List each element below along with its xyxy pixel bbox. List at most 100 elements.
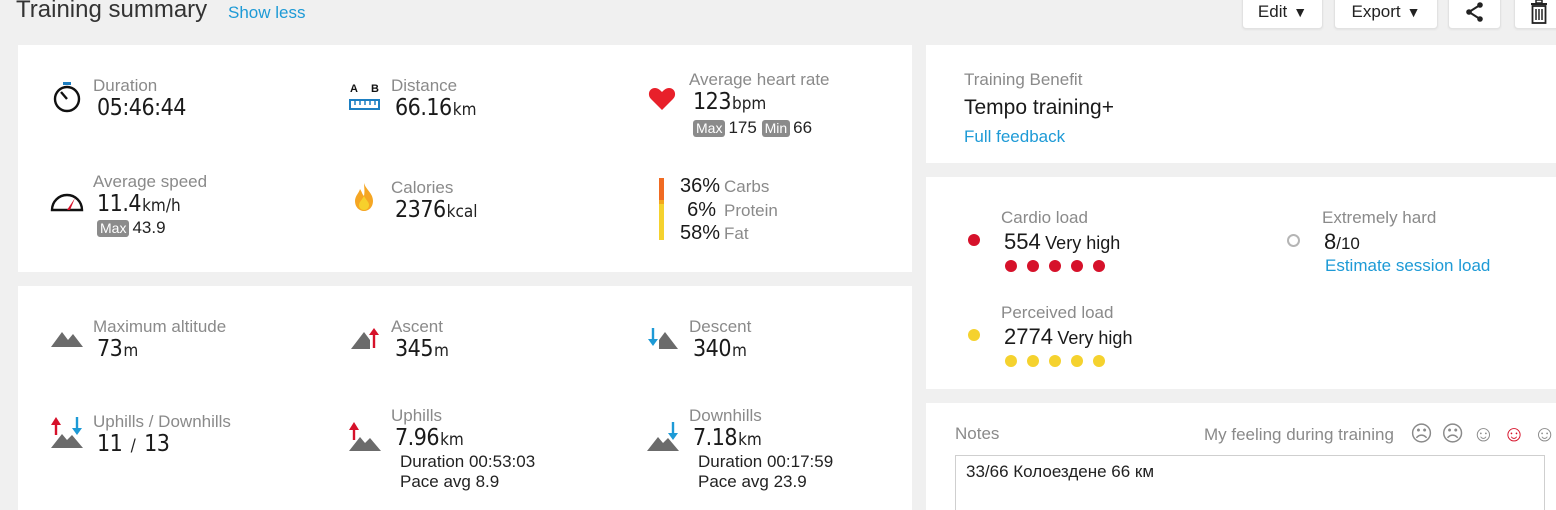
chevron-down-icon: ▼ — [1293, 3, 1308, 20]
flame-icon — [355, 183, 373, 211]
delete-button[interactable] — [1514, 0, 1556, 29]
min-badge: Min — [761, 120, 791, 137]
perceived-load-value: 2774 Very high — [1004, 324, 1133, 349]
calories-value: 2376kcal — [395, 197, 478, 223]
load-dot — [1027, 355, 1039, 367]
distance-icon: A B — [349, 83, 380, 110]
ascent-label: Ascent — [391, 317, 443, 336]
nutrition-carbs: 36% Carbs — [680, 175, 770, 197]
descent-value: 340m — [693, 336, 747, 362]
uphills-pace: Pace avg 8.9 — [400, 472, 500, 491]
duration-stat: Duration 05:46:44 — [93, 76, 186, 121]
full-feedback-link[interactable]: Full feedback — [964, 127, 1065, 147]
stopwatch-icon — [53, 82, 81, 113]
edit-button[interactable]: Edit ▼ — [1242, 0, 1323, 29]
calories-stat: Calories 2376kcal — [391, 178, 478, 224]
feeling-label: My feeling during training — [1204, 425, 1394, 444]
cardio-load-dots — [1005, 259, 1115, 277]
uphills-downhills-stat: Uphills / Downhills 11 / 13 — [93, 412, 231, 458]
perceived-load-label: Perceived load — [1001, 303, 1114, 322]
training-benefit-label: Training Benefit — [964, 70, 1083, 89]
training-benefit-panel: Training Benefit Tempo training+ Full fe… — [926, 45, 1556, 163]
heart-rate-label: Average heart rate — [689, 70, 830, 89]
load-dot — [1049, 260, 1061, 272]
load-dot — [1005, 355, 1017, 367]
downhills-label: Downhills — [689, 406, 762, 425]
speed-label: Average speed — [93, 172, 208, 191]
max-badge: Max — [97, 220, 130, 237]
duration-label: Duration — [93, 76, 158, 95]
share-icon — [1465, 1, 1483, 22]
nutrition-stat: 36% Carbs 6% Protein 58% Fat — [680, 175, 778, 246]
max-badge: Max — [693, 120, 726, 137]
svg-text:A: A — [350, 83, 358, 95]
max-altitude-value: 73m — [97, 336, 139, 362]
uphills-downhills-value: 11 / 13 — [97, 431, 170, 457]
uphills-label: Uphills — [391, 406, 443, 425]
speed-max: Max 43.9 — [97, 218, 207, 238]
svg-text:B: B — [371, 83, 379, 95]
distance-value: 66.16km — [395, 95, 477, 121]
uphills-icon — [349, 422, 381, 451]
load-dot — [1093, 260, 1105, 272]
descent-label: Descent — [689, 317, 752, 336]
face-very-good-icon[interactable]: ☺ — [1533, 421, 1555, 447]
nutrition-protein: 6% Protein — [687, 198, 778, 221]
speed-stat: Average speed 11.4km/h Max 43.9 — [93, 172, 207, 238]
downhills-duration: Duration 00:17:59 — [698, 452, 834, 471]
load-dot — [1005, 260, 1017, 272]
speedometer-icon — [50, 193, 84, 212]
face-very-bad-icon[interactable]: ☹ — [1410, 421, 1433, 447]
distance-label: Distance — [391, 76, 458, 95]
ascent-stat: Ascent 345m — [391, 317, 449, 363]
heart-icon — [648, 88, 676, 110]
duration-value: 05:46:44 — [97, 95, 186, 121]
downhills-pace: Pace avg 23.9 — [698, 472, 807, 491]
nutrition-bar-icon — [659, 178, 664, 240]
load-dot — [1027, 260, 1039, 272]
load-dot — [1071, 355, 1083, 367]
trash-icon — [1531, 0, 1547, 24]
load-dot — [1049, 355, 1061, 367]
exertion-label: Extremely hard — [1322, 208, 1437, 227]
ascent-value: 345m — [395, 336, 449, 362]
cardio-load-label: Cardio load — [1001, 208, 1088, 227]
descent-stat: Descent 340m — [689, 317, 751, 363]
cardio-load-value: 554 Very high — [1004, 229, 1121, 254]
face-neutral-icon[interactable]: ☺ — [1472, 421, 1494, 447]
heart-rate-range: Max 175 Min 66 — [693, 118, 830, 138]
load-dot — [1093, 355, 1105, 367]
perceived-load-indicator-icon — [968, 329, 980, 341]
training-benefit-value: Tempo training+ — [964, 96, 1115, 119]
show-less-link[interactable]: Show less — [228, 3, 305, 23]
nutrition-fat: 58% Fat — [680, 222, 749, 244]
share-button[interactable] — [1448, 0, 1501, 29]
max-altitude-stat: Maximum altitude 73m — [93, 317, 226, 363]
exertion-indicator-icon — [1287, 234, 1300, 247]
notes-textarea[interactable]: 33/66 Колоездене 66 км — [955, 455, 1545, 510]
feeling-selector: ☹ ☹ ☺ ☺ ☺ — [1408, 421, 1556, 447]
speed-value: 11.4km/h — [97, 191, 181, 217]
uphills-duration: Duration 00:53:03 — [400, 452, 536, 471]
face-bad-icon[interactable]: ☹ — [1441, 421, 1464, 447]
exertion-value: 8/10 — [1324, 229, 1360, 254]
heart-rate-stat: Average heart rate 123bpm Max 175 Min 66 — [689, 70, 830, 138]
heart-rate-value: 123bpm — [693, 89, 767, 115]
edit-label: Edit — [1257, 1, 1288, 21]
export-label: Export — [1351, 1, 1401, 21]
ascent-icon — [351, 328, 379, 349]
downhills-stat: Downhills 7.18km Duration 00:17:59 Pace … — [689, 406, 833, 492]
downhills-value: 7.18km — [693, 425, 762, 451]
load-panel: Cardio load 554 Very high Extremely hard… — [926, 177, 1556, 389]
max-altitude-label: Maximum altitude — [93, 317, 227, 336]
perceived-load-dots — [1005, 354, 1115, 372]
estimate-session-load-link[interactable]: Estimate session load — [1325, 256, 1490, 276]
export-button[interactable]: Export ▼ — [1334, 0, 1438, 29]
notes-label: Notes — [955, 424, 1000, 443]
uphills-value: 7.96km — [395, 425, 464, 451]
load-dot — [1071, 260, 1083, 272]
page-title: Training summary — [16, 0, 208, 23]
face-good-icon[interactable]: ☺ — [1503, 421, 1525, 447]
uphills-downhills-label: Uphills / Downhills — [93, 412, 231, 431]
cardio-load-indicator-icon — [968, 234, 980, 246]
